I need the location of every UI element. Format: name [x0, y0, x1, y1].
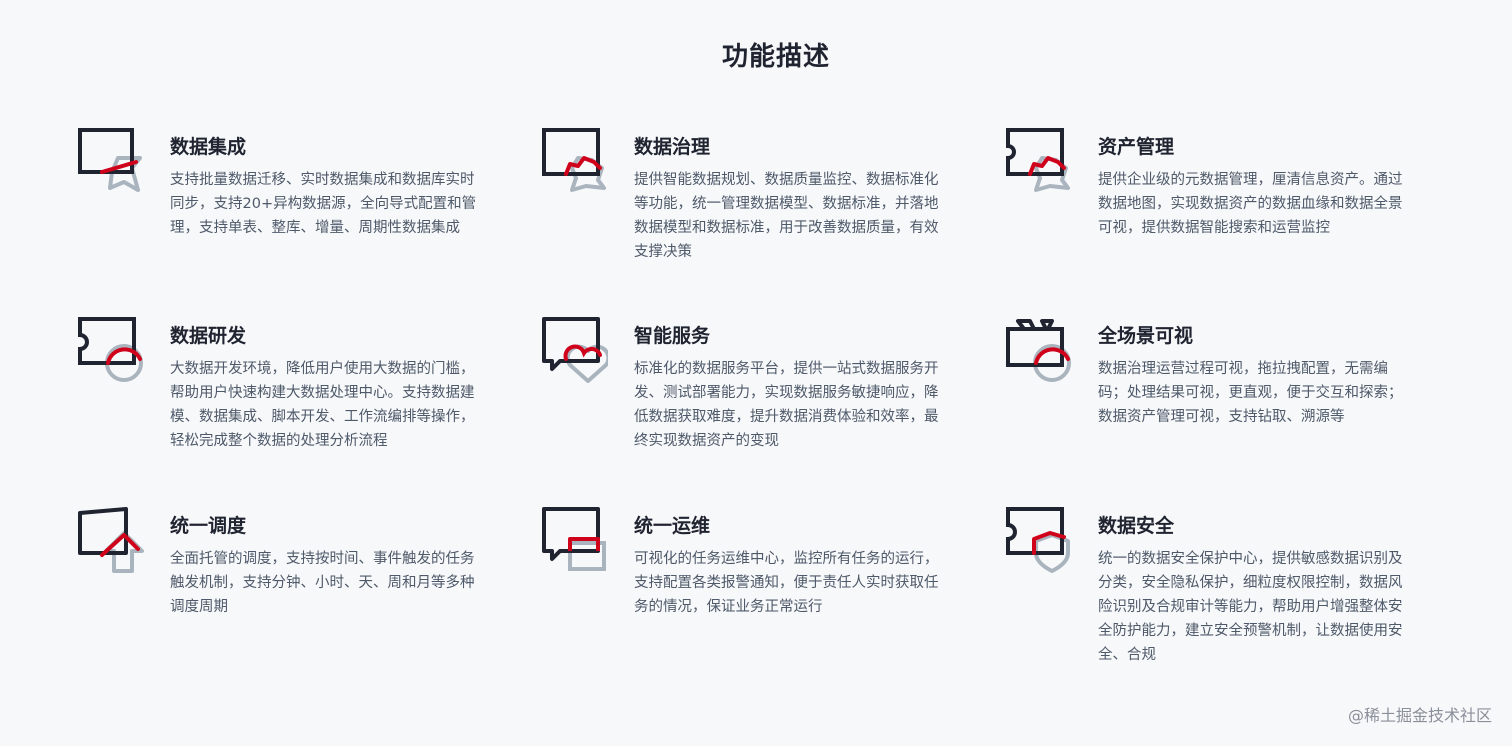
- feature-description: 提供智能数据规划、数据质量监控、数据标准化等功能，统一管理数据模型、数据标准，并…: [634, 172, 939, 260]
- full-scene-visual-icon: [1006, 317, 1072, 383]
- feature-description: 数据治理运营过程可视，拖拉拽配置，无需编码；处理结果可视，更直观，便于交互和探索…: [1098, 361, 1403, 425]
- data-development-icon: [78, 317, 144, 383]
- feature-title: 数据安全: [1098, 515, 1175, 537]
- watermark: @稀土掘金技术社区: [1347, 706, 1492, 725]
- feature-title: 数据研发: [170, 325, 247, 347]
- feature-card-unified-ops: 统一运维 可视化的任务运维中心，监控所有任务的运行，支持配置各类报警通知，便于责…: [542, 507, 972, 667]
- feature-title: 数据集成: [170, 136, 247, 158]
- feature-card-full-scene-visual: 全场景可视 数据治理运营过程可视，拖拉拽配置，无需编码；处理结果可视，更直观，便…: [1006, 317, 1436, 477]
- feature-title: 统一运维: [634, 515, 711, 537]
- feature-description: 可视化的任务运维中心，监控所有任务的运行，支持配置各类报警通知，便于责任人实时获…: [634, 551, 939, 615]
- unified-scheduling-icon: [78, 507, 144, 573]
- feature-description: 大数据开发环境，降低用户使用大数据的门槛，帮助用户快速构建大数据处理中心。支持数…: [170, 361, 475, 449]
- feature-title: 智能服务: [634, 325, 711, 347]
- feature-card-data-development: 数据研发 大数据开发环境，降低用户使用大数据的门槛，帮助用户快速构建大数据处理中…: [78, 317, 508, 477]
- feature-description: 标准化的数据服务平台，提供一站式数据服务开发、测试部署能力，实现数据服务敏捷响应…: [634, 361, 939, 449]
- feature-card-data-integration: 数据集成 支持批量数据迁移、实时数据集成和数据库实时同步，支持20+异构数据源，…: [78, 128, 508, 288]
- feature-description: 全面托管的调度，支持按时间、事件触发的任务触发机制，支持分钟、小时、天、周和月等…: [170, 551, 475, 615]
- feature-title: 数据治理: [634, 136, 711, 158]
- smart-service-icon: [542, 317, 608, 383]
- feature-title: 资产管理: [1098, 136, 1175, 158]
- feature-title: 全场景可视: [1098, 325, 1194, 347]
- feature-card-data-security: 数据安全 统一的数据安全保护中心，提供敏感数据识别及分类，安全隐私保护，细粒度权…: [1006, 507, 1436, 667]
- feature-description: 提供企业级的元数据管理，厘清信息资产。通过数据地图，实现数据资产的数据血缘和数据…: [1098, 172, 1403, 236]
- feature-card-asset-management: 资产管理 提供企业级的元数据管理，厘清信息资产。通过数据地图，实现数据资产的数据…: [1006, 128, 1436, 288]
- unified-ops-icon: [542, 507, 608, 573]
- feature-title: 统一调度: [170, 515, 247, 537]
- data-security-icon: [1006, 507, 1072, 573]
- feature-description: 统一的数据安全保护中心，提供敏感数据识别及分类，安全隐私保护，细粒度权限控制，数…: [1098, 551, 1403, 663]
- feature-grid: 数据集成 支持批量数据迁移、实时数据集成和数据库实时同步，支持20+异构数据源，…: [0, 0, 1512, 746]
- feature-card-unified-scheduling: 统一调度 全面托管的调度，支持按时间、事件触发的任务触发机制，支持分钟、小时、天…: [78, 507, 508, 667]
- feature-card-smart-service: 智能服务 标准化的数据服务平台，提供一站式数据服务开发、测试部署能力，实现数据服…: [542, 317, 972, 477]
- asset-management-icon: [1006, 128, 1072, 194]
- data-integration-icon: [78, 128, 144, 194]
- feature-card-data-governance: 数据治理 提供智能数据规划、数据质量监控、数据标准化等功能，统一管理数据模型、数…: [542, 128, 972, 288]
- feature-description: 支持批量数据迁移、实时数据集成和数据库实时同步，支持20+异构数据源，全向导式配…: [170, 172, 477, 236]
- data-governance-icon: [542, 128, 608, 194]
